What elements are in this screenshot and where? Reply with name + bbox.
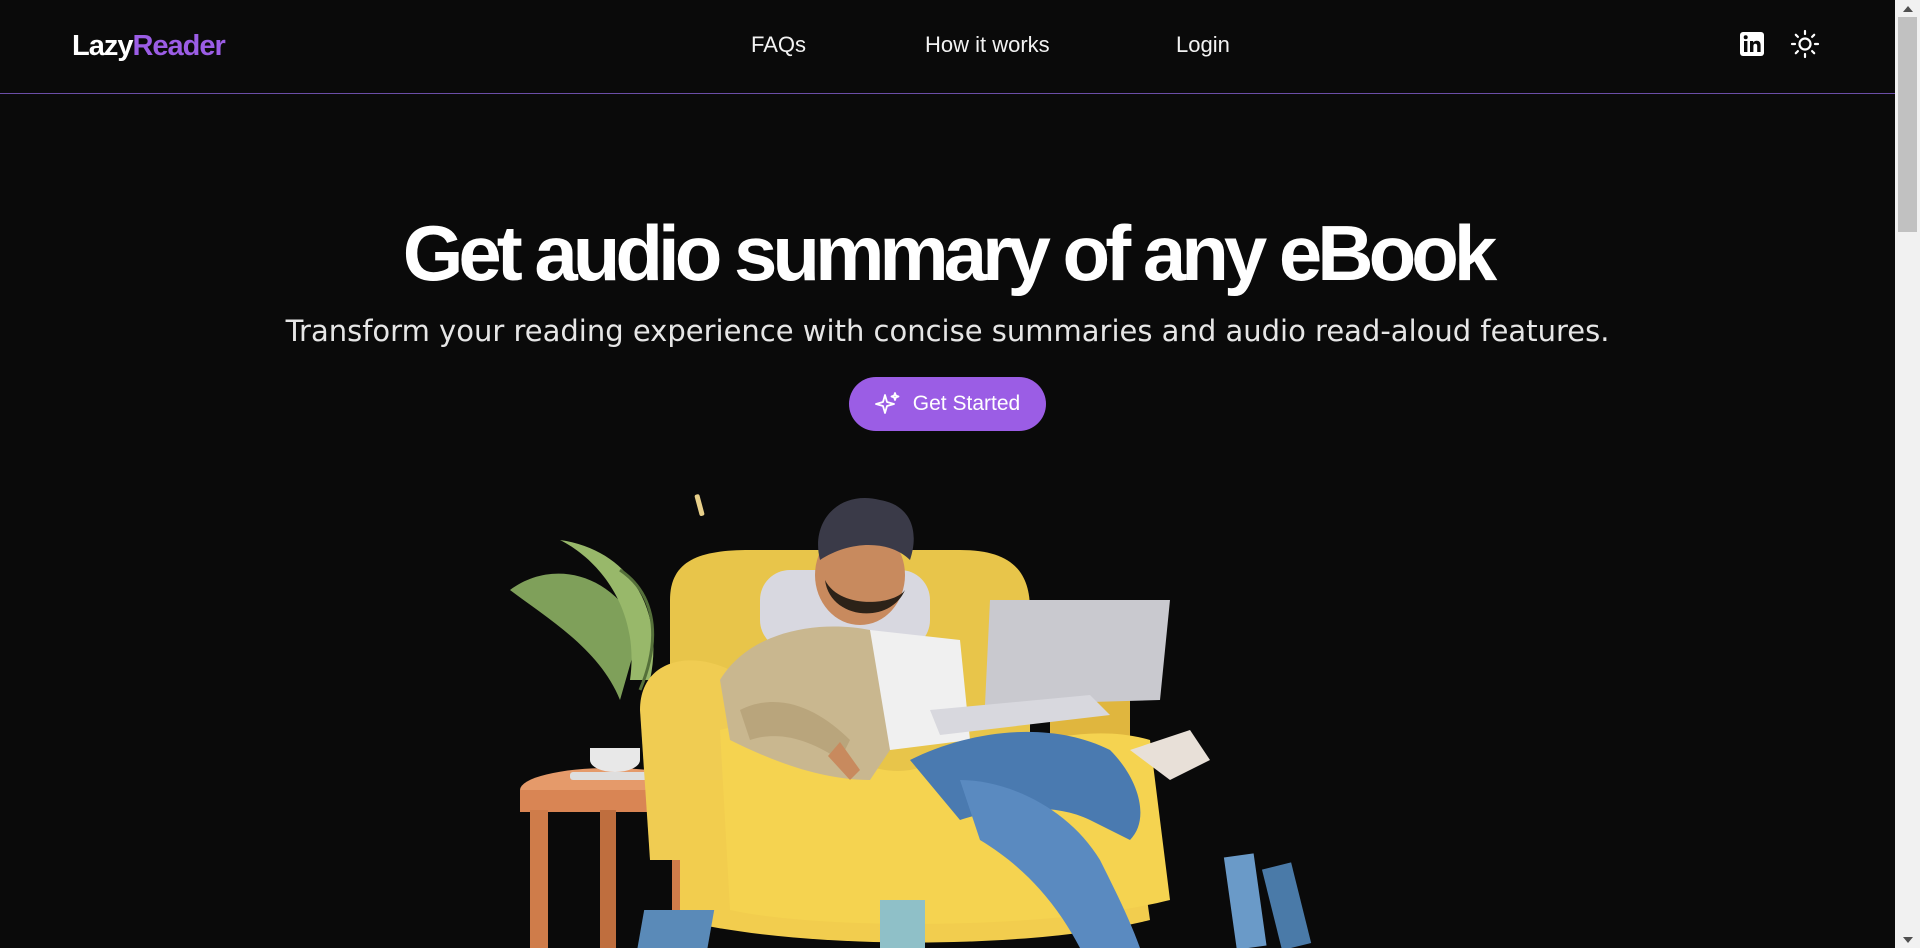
hero-subtitle: Transform your reading experience with c… <box>285 314 1610 348</box>
hero-title: Get audio summary of any eBook <box>402 209 1498 297</box>
linkedin-icon[interactable] <box>1737 29 1767 59</box>
get-started-button[interactable]: Get Started <box>849 377 1046 431</box>
scroll-down-arrow-icon[interactable] <box>1895 931 1920 948</box>
page: LazyReader FAQs How it works Login Get a… <box>0 0 1895 948</box>
scroll-up-arrow-icon[interactable] <box>1895 0 1920 17</box>
get-started-label: Get Started <box>912 392 1021 415</box>
nav-login-link[interactable]: Login <box>1176 32 1230 58</box>
hero-illustration <box>510 494 1312 948</box>
nav-faqs-link[interactable]: FAQs <box>751 32 806 58</box>
scrollbar-thumb[interactable] <box>1898 17 1917 232</box>
nav-how-it-works-link[interactable]: How it works <box>925 32 1050 58</box>
sun-icon[interactable] <box>1790 29 1820 59</box>
sparkles-icon <box>874 392 900 414</box>
vertical-scrollbar[interactable] <box>1895 0 1920 948</box>
site-header: LazyReader FAQs How it works Login <box>0 0 1895 94</box>
main-nav: FAQs How it works Login <box>0 32 1895 62</box>
